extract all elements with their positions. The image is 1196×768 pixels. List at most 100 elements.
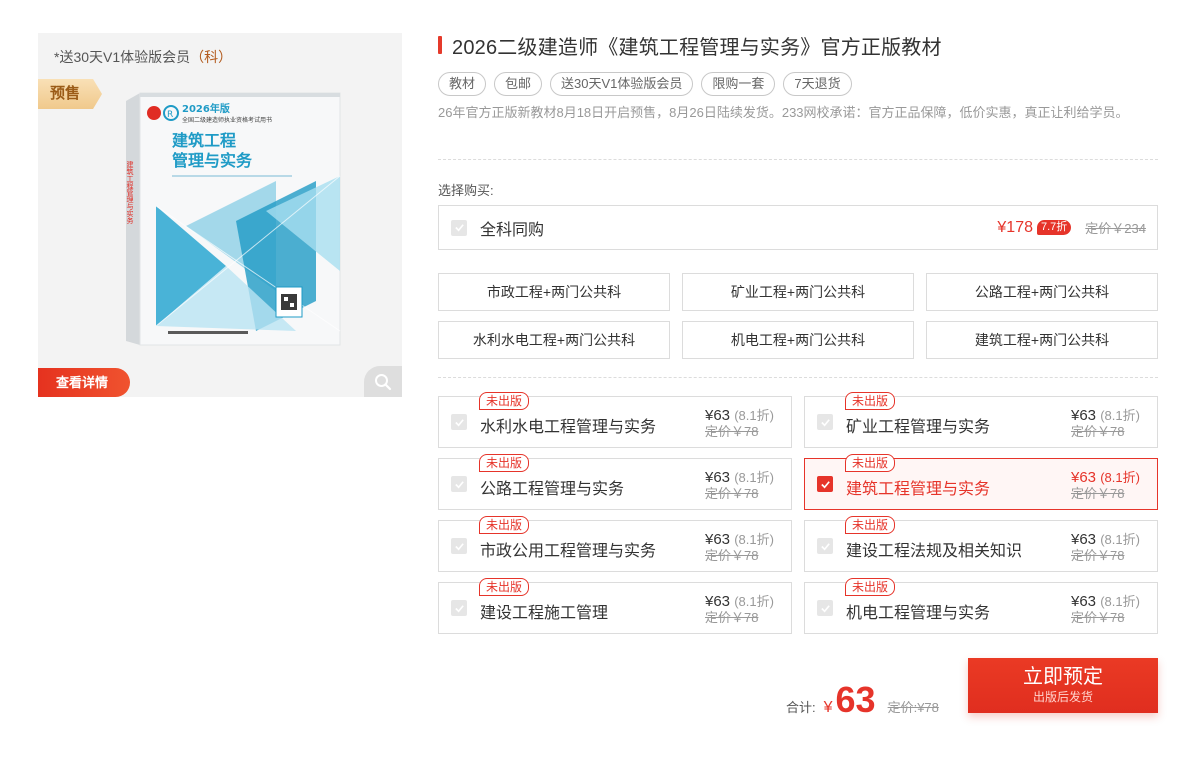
total-label: 合计: — [786, 700, 816, 715]
subject-checkbox[interactable] — [451, 538, 467, 554]
unpublished-badge: 未出版 — [845, 454, 896, 472]
subject-checkbox[interactable] — [817, 538, 833, 554]
subject-option[interactable]: 未出版 建设工程施工管理 ¥63 (8.1折) 定价￥78 — [438, 578, 792, 634]
subject-price-line: ¥63 (8.1折) — [705, 407, 774, 424]
subject-discount: (8.1折) — [734, 408, 774, 423]
subject-prices: ¥63 (8.1折) 定价￥78 — [1071, 469, 1147, 501]
unpublished-badge: 未出版 — [845, 516, 896, 534]
combo-option[interactable]: 市政工程+两门公共科 — [438, 273, 670, 311]
all-subjects-option[interactable]: 全科同购 ¥178 7.7折 定价￥234 — [438, 205, 1158, 250]
combo-option[interactable]: 水利水电工程+两门公共科 — [438, 321, 670, 359]
subject-original-price: 定价￥78 — [1071, 424, 1125, 439]
promo-prefix: *送30天V1体验版会员 — [54, 49, 191, 65]
choose-label: 选择购买: — [438, 183, 494, 198]
combo-options: 市政工程+两门公共科 矿业工程+两门公共科 公路工程+两门公共科 水利水电工程+… — [438, 273, 1158, 359]
subject-prices: ¥63 (8.1折) 定价￥78 — [705, 593, 781, 625]
subject-checkbox[interactable] — [451, 476, 467, 492]
unpublished-badge: 未出版 — [845, 392, 896, 410]
magnifier-icon — [375, 373, 392, 390]
check-icon — [454, 542, 464, 550]
presale-tag: 预售 — [38, 79, 102, 109]
subject-prices: ¥63 (8.1折) 定价￥78 — [705, 531, 781, 563]
subject-option[interactable]: 未出版公路工程管理与实务 ¥63 (8.1折) 定价￥78 — [438, 454, 792, 510]
subject-price-line: ¥63 (8.1折) — [705, 469, 774, 486]
subject-option[interactable]: 未出版市政公用工程管理与实务 ¥63 (8.1折) 定价￥78 — [438, 516, 792, 572]
combo-option[interactable]: 机电工程+两门公共科 — [682, 321, 914, 359]
product-image-panel: *送30天V1体验版会员（科） 预售 R 2026年版 全国二级建造师执业资格考… — [38, 33, 402, 397]
subject-price: ¥63 — [1071, 407, 1097, 424]
tag-free-shipping: 包邮 — [494, 72, 543, 96]
unpublished-badge: 未出版 — [845, 578, 896, 596]
book-spine-text: 建筑工程管理与实务 — [126, 160, 134, 225]
subject-discount: (8.1折) — [734, 532, 774, 547]
reserve-now-button[interactable]: 立即预定 出版后发货 — [968, 658, 1158, 713]
subject-checkbox[interactable] — [451, 414, 467, 430]
subject-price: ¥63 — [705, 469, 731, 486]
total-original-price: 定价:¥78 — [887, 700, 939, 715]
subject-original-price: 定价￥78 — [705, 610, 759, 625]
subject-prices: ¥63 (8.1折) 定价￥78 — [1071, 531, 1147, 563]
total-area: 合计: ¥ 63 定价:¥78 — [786, 680, 939, 720]
subject-checkbox[interactable] — [817, 600, 833, 616]
subject-prices: ¥63 (8.1折) 定价￥78 — [1071, 407, 1147, 439]
subject-price-line: ¥63 (8.1折) — [705, 593, 774, 610]
all-subjects-original-price: 定价￥234 — [1085, 221, 1146, 236]
subject-checkbox[interactable] — [817, 476, 833, 492]
subject-original-price: 定价￥78 — [705, 424, 759, 439]
subject-price-line: ¥63 (8.1折) — [1071, 469, 1140, 486]
subject-price-line: ¥63 (8.1折) — [1071, 593, 1140, 610]
subject-price: ¥63 — [1071, 531, 1097, 548]
title-row: 2026二级建造师《建筑工程管理与实务》官方正版教材 — [438, 32, 1158, 59]
subject-name: 公路工程管理与实务 — [480, 481, 625, 498]
subject-option[interactable]: 未出版 机电工程管理与实务 ¥63 (8.1折) 定价￥78 — [804, 578, 1158, 634]
combo-option[interactable]: 建筑工程+两门公共科 — [926, 321, 1158, 359]
tag-vip-gift: 送30天V1体验版会员 — [550, 72, 694, 96]
subject-price: ¥63 — [705, 593, 731, 610]
subject-prices: ¥63 (8.1折) 定价￥78 — [1071, 593, 1147, 625]
subject-discount: (8.1折) — [734, 594, 774, 609]
subject-option[interactable]: 未出版 建筑工程管理与实务 ¥63 (8.1折) 定价￥78 — [804, 454, 1158, 510]
subject-name: 建设工程法规及相关知识 — [846, 543, 1023, 560]
combo-option[interactable]: 矿业工程+两门公共科 — [682, 273, 914, 311]
subject-original-price: 定价￥78 — [705, 486, 759, 501]
subject-original-price: 定价￥78 — [1071, 610, 1125, 625]
subject-prices: ¥63 (8.1折) 定价￥78 — [705, 407, 781, 439]
product-description: 26年官方正版新教材8月18日开启预售，8月26日陆续发货。233网校承诺：官方… — [438, 105, 1129, 120]
tag-textbook: 教材 — [438, 72, 487, 96]
subject-discount: (8.1折) — [1100, 408, 1140, 423]
subject-price: ¥63 — [705, 531, 731, 548]
product-tags: 教材 包邮 送30天V1体验版会员 限购一套 7天退货 — [438, 72, 1158, 96]
check-icon — [820, 480, 830, 488]
subject-option[interactable]: 未出版建设工程法规及相关知识 ¥63 (8.1折) 定价￥78 — [804, 516, 1158, 572]
combo-option[interactable]: 公路工程+两门公共科 — [926, 273, 1158, 311]
subject-price-line: ¥63 (8.1折) — [705, 531, 774, 548]
subject-option[interactable]: 未出版 矿业工程管理与实务 ¥63 (8.1折) 定价￥78 — [804, 392, 1158, 448]
reserve-now-label: 立即预定 — [1023, 666, 1103, 688]
subject-option[interactable]: 未出版 水利水电工程管理与实务 ¥63 (8.1折) 定价￥78 — [438, 392, 792, 448]
subject-name: 水利水电工程管理与实务 — [480, 419, 657, 436]
svg-text:R: R — [167, 110, 173, 120]
total-price: 63 — [835, 679, 876, 720]
all-subjects-checkbox[interactable] — [451, 219, 467, 236]
subject-checkbox[interactable] — [817, 414, 833, 430]
check-icon — [820, 418, 830, 426]
subject-original-price: 定价￥78 — [705, 548, 759, 563]
subject-options: 未出版 水利水电工程管理与实务 ¥63 (8.1折) 定价￥78 未出版 矿业工程管理与实… — [438, 392, 1158, 634]
divider — [438, 159, 1158, 160]
all-subjects-discount: 7.7折 — [1037, 220, 1072, 235]
subject-discount: (8.1折) — [1100, 532, 1140, 547]
book-cover-image: R 2026年版 全国二级建造师执业资格考试用书 建筑工程 管理与实务 建筑工程… — [126, 92, 341, 346]
subject-discount: (8.1折) — [734, 470, 774, 485]
view-detail-button[interactable]: 查看详情 — [38, 368, 130, 397]
unpublished-badge: 未出版 — [479, 454, 530, 472]
check-icon — [454, 224, 464, 232]
unpublished-badge: 未出版 — [479, 516, 530, 534]
tag-7day-return: 7天退货 — [783, 72, 852, 96]
zoom-button[interactable] — [364, 366, 402, 397]
subject-name: 市政公用工程管理与实务 — [480, 543, 657, 560]
subject-checkbox[interactable] — [451, 600, 467, 616]
check-icon — [454, 418, 464, 426]
book-title-line1: 建筑工程 — [172, 131, 236, 150]
subject-price-line: ¥63 (8.1折) — [1071, 531, 1140, 548]
book-series: 全国二级建造师执业资格考试用书 — [182, 116, 272, 124]
